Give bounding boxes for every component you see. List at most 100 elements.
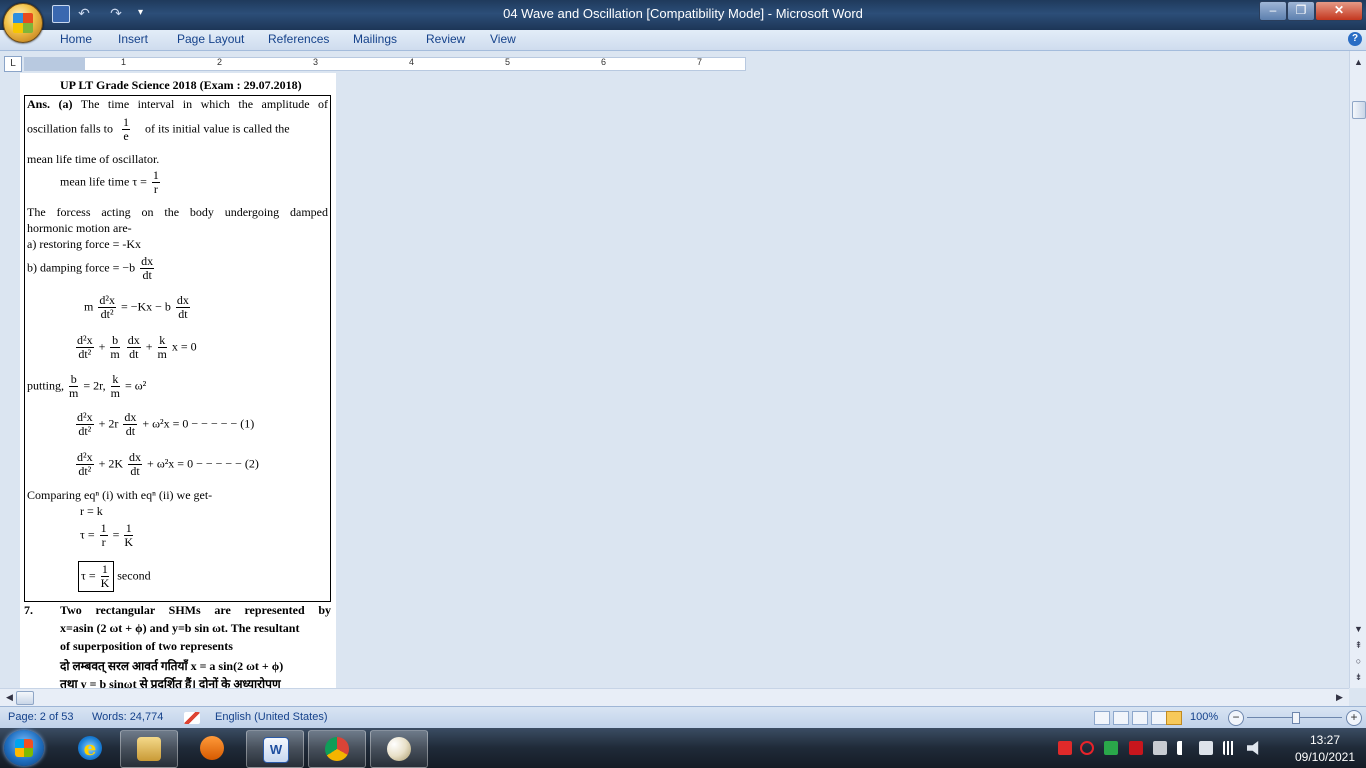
fraction-k-m: km [110, 372, 120, 400]
chrome-icon [325, 737, 349, 761]
fraction-d2x-dt2: d²x dt² [98, 293, 116, 321]
draft-view-icon[interactable] [1166, 711, 1182, 725]
tab-review[interactable]: Review [426, 32, 465, 46]
taskbar-word[interactable]: W [246, 730, 304, 768]
maximize-button[interactable]: ❐ [1287, 1, 1315, 21]
equation-motion-1: m d²x dt² = −Kx − b dx dt [84, 293, 190, 321]
start-button[interactable] [4, 730, 44, 766]
restoring-force: a) restoring force = -Kx [27, 237, 142, 251]
office-button[interactable] [3, 3, 43, 43]
ruler-number: 5 [505, 57, 511, 67]
web-layout-view-icon[interactable] [1132, 711, 1148, 725]
scroll-up-icon[interactable]: ▲ [1351, 55, 1366, 70]
next-page-icon[interactable]: ⇟ [1351, 670, 1366, 685]
taskbar-chrome[interactable] [308, 730, 366, 768]
status-bar: Page: 2 of 53 Words: 24,774 English (Uni… [0, 706, 1366, 729]
q-app-icon[interactable] [1104, 741, 1118, 755]
zoom-in-button[interactable]: + [1346, 710, 1362, 726]
scroll-down-icon[interactable]: ▼ [1351, 622, 1366, 637]
word-icon: W [263, 737, 289, 763]
taskbar-paint[interactable] [370, 730, 428, 768]
fraction-d2x-dt2: d²x dt² [76, 333, 94, 361]
zoom-out-button[interactable]: − [1228, 710, 1244, 726]
horizontal-ruler[interactable]: 1 2 3 4 5 6 7 [24, 57, 746, 71]
zoom-level[interactable]: 100% [1190, 711, 1218, 723]
vertical-scrollbar[interactable]: ▲ ▼ ⇞ ○ ⇟ [1349, 51, 1366, 688]
action-center-flag-icon[interactable] [1177, 741, 1193, 755]
fraction-1-over-r: 1r [99, 521, 108, 549]
horizontal-scrollbar[interactable]: ◀ ▶ [0, 688, 1349, 706]
opera-icon[interactable] [1080, 741, 1094, 755]
outline-view-icon[interactable] [1151, 711, 1167, 725]
tab-mailings[interactable]: Mailings [353, 32, 397, 46]
tab-insert[interactable]: Insert [118, 32, 148, 46]
ruler-number: 1 [121, 57, 127, 67]
putting-line: putting, bm = 2r, km = ω² [27, 372, 147, 400]
network-icon[interactable] [1199, 741, 1213, 755]
select-browse-object-icon[interactable]: ○ [1351, 654, 1366, 669]
tab-references[interactable]: References [268, 32, 329, 46]
title-bar: ↶ ↷ ▾ 04 Wave and Oscillation [Compatibi… [0, 0, 1366, 30]
question-hindi-line-2: तथा y = b sinωt से प्रदर्शित हैं। दोनों … [60, 677, 281, 688]
force-line-2: hormonic motion are- [27, 221, 132, 235]
fraction-1-over-K: 1K [100, 562, 110, 590]
language-indicator[interactable]: English (United States) [215, 711, 328, 723]
tab-page-layout[interactable]: Page Layout [177, 32, 244, 46]
ruler-number: 3 [313, 57, 319, 67]
answer-line-3: mean life time of oscillator. [27, 152, 160, 166]
fraction-d2x-dt2: d²x dt² [76, 450, 94, 478]
minimize-button[interactable]: – [1259, 1, 1287, 21]
anydesk-icon[interactable] [1058, 741, 1072, 755]
ruler-number: 7 [697, 57, 703, 67]
pdf-icon[interactable] [1129, 741, 1143, 755]
tab-view[interactable]: View [490, 32, 516, 46]
previous-page-icon[interactable]: ⇞ [1351, 638, 1366, 653]
horizontal-scroll-thumb[interactable] [16, 691, 34, 705]
fraction-dx-dt: dx dt [128, 450, 143, 478]
tab-selector-button[interactable]: L [4, 56, 22, 72]
fraction-1-over-r: 1r [151, 168, 160, 196]
taskbar-media-player[interactable] [184, 730, 240, 766]
answer-line-1: Ans. (a) The time interval in which the … [27, 97, 328, 111]
clock-date[interactable]: 09/10/2021 [1290, 750, 1360, 764]
page-count[interactable]: Page: 2 of 53 [8, 711, 73, 723]
taskbar-file-explorer[interactable] [120, 730, 178, 768]
scroll-right-icon[interactable]: ▶ [1332, 690, 1347, 705]
answer-line-2: oscillation falls to 1e of its initial v… [27, 115, 290, 143]
scroll-left-icon[interactable]: ◀ [2, 690, 17, 705]
fraction-1-over-K: 1K [124, 521, 134, 549]
ruler-number: 2 [217, 57, 223, 67]
paint-icon [387, 737, 411, 761]
window-title: 04 Wave and Oscillation [Compatibility M… [503, 6, 863, 21]
fraction-b-m: bm [110, 333, 120, 361]
full-screen-reading-view-icon[interactable] [1113, 711, 1129, 725]
close-button[interactable]: ✕ [1315, 1, 1363, 21]
page-heading: UP LT Grade Science 2018 (Exam : 29.07.2… [60, 78, 302, 92]
help-icon[interactable]: ? [1348, 32, 1362, 46]
force-line-1: The forcess acting on the body undergoin… [27, 205, 328, 219]
signal-icon[interactable] [1223, 741, 1237, 755]
fraction-dx-dt: dx dt [140, 254, 155, 282]
tau-final: τ = 1K second [78, 561, 151, 592]
desktop-icon[interactable] [1153, 741, 1167, 755]
vertical-scroll-thumb[interactable] [1352, 101, 1366, 119]
proofing-icon[interactable] [184, 712, 200, 724]
equation-2: d²x dt² + 2K dx dt + ω²x = 0 − − − − − (2) [76, 450, 259, 478]
volume-icon[interactable] [1247, 741, 1259, 755]
tab-home[interactable]: Home [60, 32, 92, 46]
ruler-number: 6 [601, 57, 607, 67]
equation-1: d²x dt² + 2r dx dt + ω²x = 0 − − − − − (1) [76, 410, 255, 438]
office-logo-icon [13, 13, 33, 33]
ruler-area: L 1 2 3 4 5 6 7 [0, 51, 1366, 73]
taskbar-internet-explorer[interactable]: e [62, 730, 118, 766]
fraction-k-m: km [157, 333, 167, 361]
clock-time[interactable]: 13:27 [1290, 733, 1360, 747]
question-number: 7. [24, 603, 33, 617]
zoom-slider-thumb[interactable] [1291, 712, 1300, 724]
media-player-icon [200, 736, 224, 760]
fraction-b-m: bm [69, 372, 79, 400]
word-count[interactable]: Words: 24,774 [92, 711, 163, 723]
file-explorer-icon [137, 737, 161, 761]
document-page[interactable]: UP LT Grade Science 2018 (Exam : 29.07.2… [20, 73, 336, 688]
print-layout-view-icon[interactable] [1094, 711, 1110, 725]
